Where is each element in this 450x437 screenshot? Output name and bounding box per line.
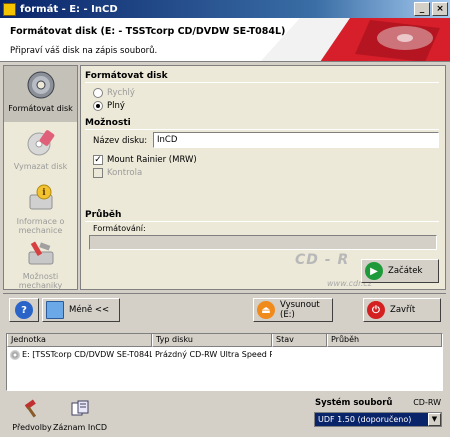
header-banner: Formátovat disk (E: - TSSTcorp CD/DVDW S… [0, 18, 450, 62]
options-section-title: Možnosti [85, 118, 131, 128]
full-format-label: Plný [107, 101, 125, 111]
power-icon: ⏻ [367, 301, 385, 319]
checkbox-box: ✓ [93, 155, 103, 165]
mount-rainier-label: Mount Rainier (MRW) [107, 155, 197, 165]
help-button[interactable]: ? [9, 298, 39, 322]
sidebar: Formátovat disk Vymazat disk i Informace… [3, 65, 78, 290]
start-button[interactable]: ▶ Začátek [361, 259, 439, 283]
table-row[interactable]: E: [TSSTcorp CD/DVDW SE-T084L] Prázdný C… [7, 348, 442, 361]
svg-text:i: i [42, 188, 46, 198]
header-subtitle: Připraví váš disk na zápis souborů. [10, 46, 158, 56]
column-header-progress[interactable]: Průběh [327, 334, 442, 347]
log-icon [71, 400, 89, 416]
quick-format-radio[interactable]: Rychlý [93, 88, 135, 98]
less-button[interactable]: Méně << [42, 298, 120, 322]
column-header-drive[interactable]: Jednotka [7, 334, 152, 347]
chevron-down-icon[interactable]: ▼ [428, 413, 441, 426]
section-divider [85, 221, 439, 222]
progress-section-title: Průběh [85, 210, 122, 220]
sidebar-item-drive-options[interactable]: Možnosti mechaniky [4, 234, 77, 290]
bottom-bar: Předvolby Záznam InCD Systém souborů CD-… [0, 395, 450, 437]
play-icon: ▶ [365, 262, 383, 280]
format-progress-bar [89, 235, 437, 250]
app-icon [3, 2, 16, 16]
eject-icon: ⏏ [257, 301, 275, 319]
eject-button[interactable]: ⏏ Vysunout (E:) [253, 298, 333, 322]
column-header-disc-type[interactable]: Typ disku [152, 334, 272, 347]
help-icon: ? [15, 301, 33, 319]
title-bar: formát - E: - InCD _ × [0, 0, 450, 18]
less-button-label: Méně << [69, 305, 110, 315]
minimize-button[interactable]: _ [414, 2, 430, 16]
start-button-label: Začátek [388, 266, 423, 276]
picture-icon [46, 301, 64, 319]
main-panel: Formátovat disk Rychlý Plný Možnosti Náz… [80, 65, 446, 290]
close-window-button[interactable]: × [432, 2, 448, 16]
filesystem-panel: Systém souborů CD-RW UDF 1.50 (doporučen… [310, 397, 445, 431]
formatting-label: Formátování: [93, 224, 146, 233]
verify-label: Kontrola [107, 168, 143, 178]
mount-rainier-checkbox[interactable]: ✓ Mount Rainier (MRW) [93, 155, 197, 165]
filesystem-value: UDF 1.50 (doporučeno) [318, 415, 412, 424]
close-button[interactable]: ⏻ Zavřít [363, 298, 441, 322]
close-button-label: Zavřít [390, 305, 416, 315]
full-format-radio[interactable]: Plný [93, 101, 125, 111]
sidebar-item-label: Informace o mechanice [16, 217, 65, 235]
sidebar-item-label: Možnosti mechaniky [18, 272, 63, 290]
watermark-logo: CD - R [295, 252, 350, 268]
radio-circle [93, 101, 103, 111]
drive-name: E: [TSSTcorp CD/DVDW SE-T084L] [22, 350, 152, 359]
window-title: formát - E: - InCD [20, 3, 118, 15]
log-button[interactable]: Záznam InCD [52, 399, 108, 432]
header-art [260, 18, 450, 61]
sidebar-item-erase[interactable]: Vymazat disk [4, 124, 77, 180]
disk-name-input[interactable]: InCD [153, 132, 439, 148]
filesystem-select[interactable]: UDF 1.50 (doporučeno) ▼ [314, 412, 442, 427]
action-toolbar: ? Méně << ⏏ Vysunout (E:) ⏻ Zavřít [3, 293, 446, 325]
erase-disc-icon [27, 130, 54, 156]
progress-cell [327, 348, 442, 361]
section-divider [85, 129, 439, 130]
drive-table: Jednotka Typ disku Stav Průběh E: [TSSTc… [6, 333, 443, 391]
disc-icon [27, 71, 54, 99]
sidebar-item-label: Formátovat disk [8, 104, 73, 113]
log-label: Záznam InCD [52, 423, 108, 432]
hammer-icon [24, 399, 37, 418]
format-section-title: Formátovat disk [85, 71, 168, 81]
verify-checkbox[interactable]: Kontrola [93, 168, 142, 178]
preferences-label: Předvolby [12, 423, 52, 432]
eject-button-label: Vysunout (E:) [280, 300, 320, 320]
disk-name-label: Název disku: [93, 136, 148, 146]
quick-format-label: Rychlý [107, 88, 135, 98]
status-cell [272, 348, 327, 361]
sidebar-item-format[interactable]: Formátovat disk [4, 66, 77, 122]
sidebar-item-label: Vymazat disk [13, 162, 68, 171]
filesystem-title: Systém souborů [315, 398, 393, 408]
drive-cell: E: [TSSTcorp CD/DVDW SE-T084L] [7, 348, 152, 361]
table-header: Jednotka Typ disku Stav Průběh [7, 334, 442, 347]
radio-circle [93, 88, 103, 98]
checkbox-box [93, 168, 103, 178]
info-icon: i [29, 184, 52, 210]
drive-options-icon [28, 241, 53, 265]
preferences-button[interactable]: Předvolby [10, 399, 54, 432]
disc-type-cell: Prázdný CD-RW Ultra Speed Plus [155, 350, 272, 359]
disc-type-label: CD-RW [413, 398, 441, 407]
cd-drive-icon [10, 349, 20, 360]
column-header-status[interactable]: Stav [272, 334, 327, 347]
section-divider [85, 82, 439, 83]
sidebar-item-drive-info[interactable]: i Informace o mechanice [4, 179, 77, 235]
